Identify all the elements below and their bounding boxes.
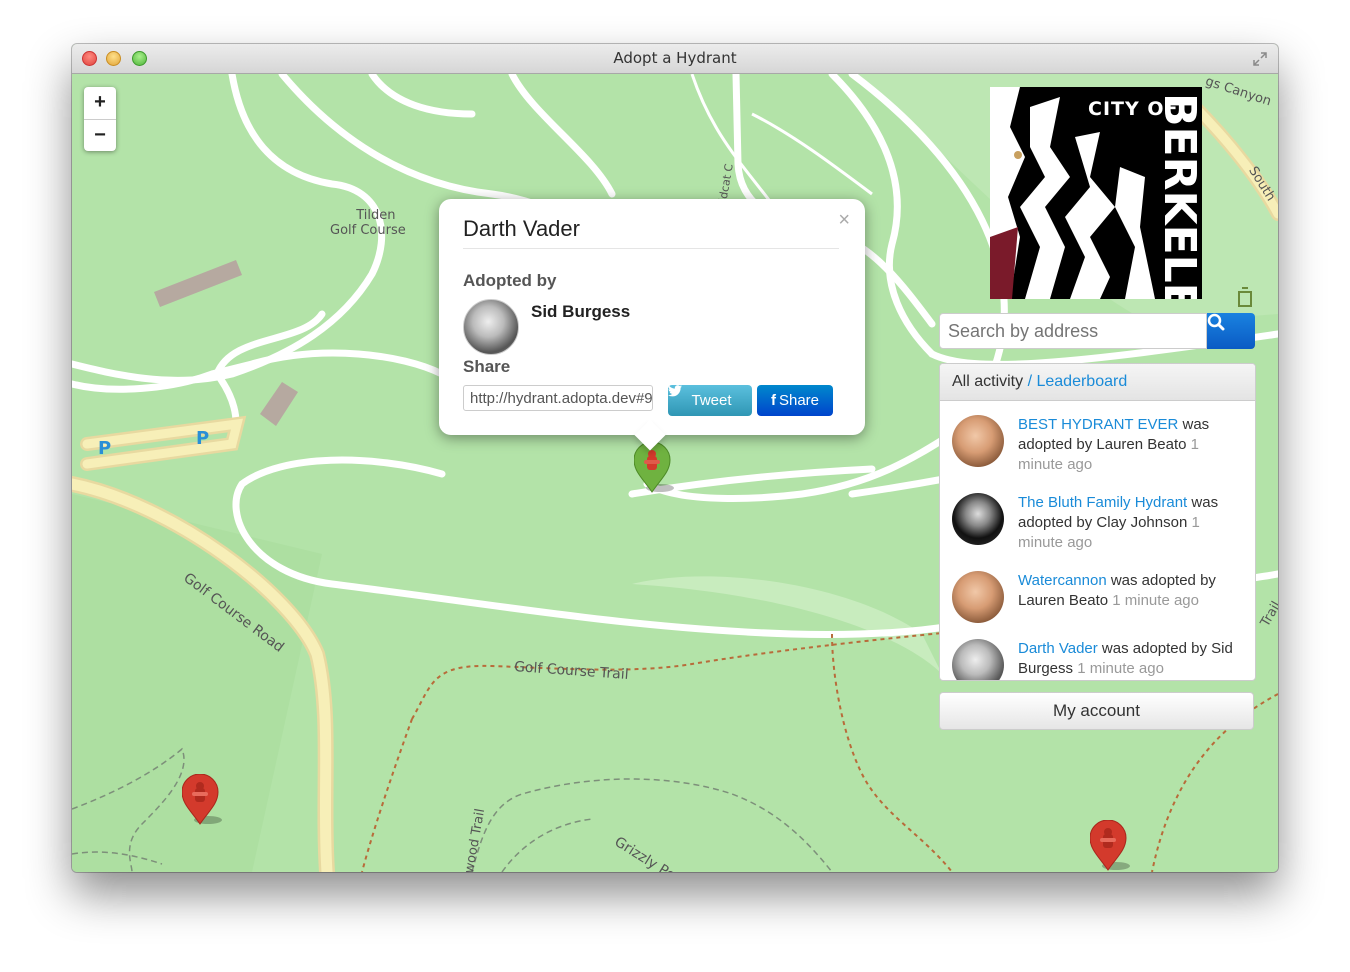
tab-leaderboard[interactable]: Leaderboard	[1036, 373, 1127, 390]
timestamp: 1 minute ago	[1077, 660, 1164, 677]
activity-text: Watercannon was adopted by Lauren Beato …	[1018, 572, 1216, 609]
activity-text: Darth Vader was adopted by Sid Burgess 1…	[1018, 640, 1233, 677]
search-input[interactable]	[939, 313, 1207, 349]
address-search	[939, 313, 1255, 349]
my-account-button[interactable]: My account	[939, 692, 1254, 730]
map[interactable]: P P Tilden Golf Course Golf Course Road …	[72, 74, 1278, 872]
timestamp: 1 minute ago	[1112, 592, 1199, 609]
facebook-share-label: Share	[778, 392, 820, 409]
activity-panel: All activity / Leaderboard BEST HYDRANT …	[939, 363, 1256, 681]
activity-tabs: All activity / Leaderboard	[940, 364, 1255, 401]
hydrant-link[interactable]: The Bluth Family Hydrant	[1018, 494, 1187, 511]
parking-label-1: P	[98, 438, 111, 459]
tweet-button-label: Tweet	[691, 392, 732, 409]
hydrant-link[interactable]: BEST HYDRANT EVER	[1018, 416, 1178, 433]
tilden-golf-label: Tilden Golf Course	[330, 208, 406, 238]
facebook-icon: f	[770, 392, 776, 409]
hydrant-marker-unadopted-2[interactable]	[1090, 820, 1130, 871]
popup-title: Darth Vader	[463, 216, 839, 249]
avatar	[952, 639, 1004, 680]
parking-label-2: P	[196, 428, 209, 449]
search-icon	[1207, 313, 1225, 331]
hydrant-marker-adopted[interactable]	[634, 442, 674, 493]
adopter-name: Sid Burgess	[531, 302, 631, 321]
activity-text: The Bluth Family Hydrant was adopted by …	[1018, 494, 1219, 551]
title-bar: Adopt a Hydrant	[72, 44, 1278, 74]
adopter-avatar	[463, 299, 519, 355]
avatar	[952, 493, 1004, 545]
hydrant-link[interactable]: Watercannon	[1018, 572, 1107, 589]
logo-berkeley: BERKELEY	[1154, 93, 1202, 299]
hydrant-link[interactable]: Darth Vader	[1018, 640, 1098, 657]
share-url-input[interactable]: http://hydrant.adopta.dev#9	[463, 385, 653, 411]
hydrant-popup: × Darth Vader Adopted by Sid Burgess Sha…	[439, 199, 865, 451]
activity-text: BEST HYDRANT EVER was adopted by Lauren …	[1018, 416, 1210, 473]
facebook-share-button[interactable]: f Share	[757, 385, 833, 416]
adopted-by-label: Adopted by	[463, 271, 557, 290]
city-of-berkeley-logo: CITY OF BERKELEY	[990, 87, 1202, 299]
zoom-out-button[interactable]: −	[84, 120, 116, 152]
tab-all-activity[interactable]: All activity	[952, 373, 1023, 390]
search-button[interactable]	[1207, 313, 1255, 349]
hydrant-marker-unadopted-1[interactable]	[182, 774, 222, 825]
zoom-in-button[interactable]: +	[84, 87, 116, 120]
window-title: Adopt a Hydrant	[613, 49, 737, 67]
share-label: Share	[463, 357, 511, 376]
popup-close-button[interactable]: ×	[838, 209, 850, 232]
tweet-button[interactable]: Tweet	[668, 385, 752, 416]
avatar	[952, 415, 1004, 467]
avatar	[952, 571, 1004, 623]
zoom-control: + −	[84, 87, 116, 151]
tab-separator: /	[1027, 373, 1033, 390]
fullscreen-icon[interactable]	[1252, 51, 1268, 67]
app-window: Adopt a Hydrant P P Tilden Golf Course G…	[72, 44, 1278, 872]
